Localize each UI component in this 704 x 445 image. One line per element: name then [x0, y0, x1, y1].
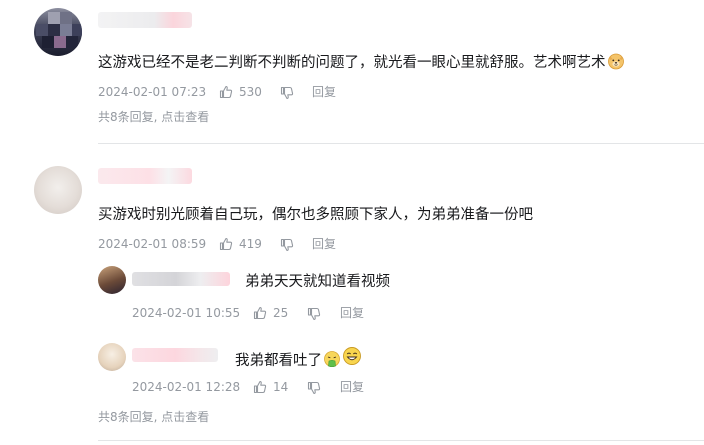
thumb-down-icon[interactable] [307, 307, 321, 321]
thumb-up-icon[interactable] [253, 306, 267, 320]
reply-date: 2024-02-01 10:55 [132, 306, 241, 320]
username-blurred[interactable] [98, 12, 192, 28]
thumb-down-icon[interactable] [307, 381, 321, 395]
thumb-up-icon[interactable] [253, 380, 267, 394]
reply-text-content: 我弟都看吐了 [235, 353, 322, 369]
doge-emoji-icon [607, 52, 625, 76]
like-count: 419 [239, 237, 262, 251]
reply-text: 我弟都看吐了 [235, 346, 362, 374]
username-blurred[interactable] [98, 168, 192, 184]
like-count: 14 [273, 380, 289, 394]
username-blurred[interactable] [132, 272, 230, 286]
avatar[interactable] [34, 166, 82, 214]
comment-text-content: 这游戏已经不是老二判断不判断的问题了，就光看一眼心里就舒服。艺术啊艺术 [98, 55, 606, 71]
reply-button[interactable]: 回复 [312, 84, 336, 100]
divider [98, 143, 704, 144]
view-more-replies-link[interactable]: 共8条回复, 点击查看 [98, 409, 209, 425]
thumb-down-icon[interactable] [280, 238, 294, 252]
reply-text: 弟弟天天就知道看视频 [245, 274, 390, 290]
comment-text: 这游戏已经不是老二判断不判断的问题了，就光看一眼心里就舒服。艺术啊艺术 [98, 52, 625, 76]
avatar[interactable] [98, 343, 126, 371]
comment-text: 买游戏时别光顾着自己玩，偶尔也多照顾下家人，为弟弟准备一份吧 [98, 207, 533, 223]
like-count: 25 [273, 306, 289, 320]
thumb-down-icon[interactable] [280, 86, 294, 100]
thumb-up-icon[interactable] [219, 237, 233, 251]
view-more-replies-link[interactable]: 共8条回复, 点击查看 [98, 109, 209, 125]
comment-date: 2024-02-01 07:23 [98, 85, 207, 99]
vomit-emoji-icon [323, 350, 341, 374]
reply-button[interactable]: 回复 [340, 379, 364, 395]
like-count: 530 [239, 85, 262, 99]
thumb-up-icon[interactable] [219, 85, 233, 99]
reply-button[interactable]: 回复 [340, 305, 364, 321]
comment-date: 2024-02-01 08:59 [98, 237, 207, 251]
reply-date: 2024-02-01 12:28 [132, 380, 241, 394]
divider [98, 440, 704, 441]
avatar[interactable] [98, 266, 126, 294]
grin-emoji-icon [342, 346, 362, 372]
avatar[interactable] [34, 8, 82, 56]
username-blurred[interactable] [132, 348, 218, 362]
reply-button[interactable]: 回复 [312, 236, 336, 252]
